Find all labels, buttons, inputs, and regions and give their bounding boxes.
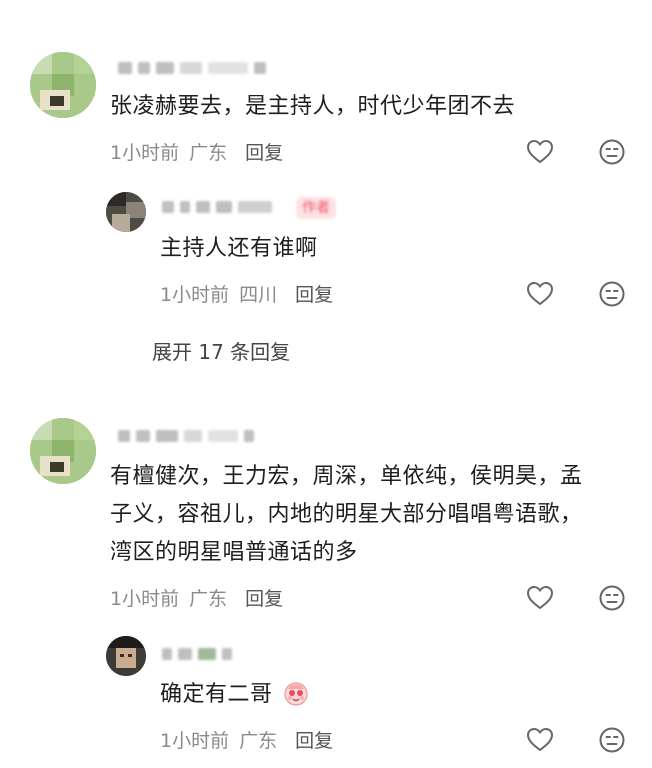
author-tag: 作者	[296, 197, 336, 219]
timestamp: 1小时前	[160, 730, 230, 752]
reply-text: 主持人还有谁啊	[160, 236, 318, 261]
timestamp: 1小时前	[160, 284, 230, 306]
reply-meta: 1小时前 广东 回复	[160, 726, 333, 753]
comment-text: 张凌赫要去，是主持人，时代少年团不去	[110, 94, 516, 119]
username-blurred[interactable]	[162, 199, 272, 215]
reply-button[interactable]: 回复	[245, 584, 283, 611]
avatar[interactable]	[106, 636, 146, 676]
expand-replies-button[interactable]: 展开 17 条回复	[152, 336, 290, 365]
reply-text-content: 确定有二哥	[160, 682, 273, 707]
heart-outline-icon[interactable]	[526, 280, 554, 308]
heart-outline-icon[interactable]	[526, 726, 554, 754]
reply-button[interactable]: 回复	[295, 280, 333, 307]
neutral-face-icon[interactable]	[598, 584, 626, 612]
neutral-face-icon[interactable]	[598, 726, 626, 754]
reply-button[interactable]: 回复	[245, 138, 283, 165]
reply-text: 确定有二哥	[160, 676, 310, 714]
location: 广东	[189, 588, 228, 610]
reply-meta: 1小时前 四川 回复	[160, 280, 333, 307]
location: 广东	[239, 730, 278, 752]
location: 四川	[239, 284, 278, 306]
neutral-face-icon[interactable]	[598, 280, 626, 308]
timestamp: 1小时前	[110, 142, 180, 164]
neutral-face-icon[interactable]	[598, 138, 626, 166]
comment-text-line-1: 有檀健次，王力宏，周深，单依纯，侯明昊，孟	[110, 464, 583, 489]
avatar[interactable]	[106, 192, 146, 232]
comment-meta: 1小时前 广东 回复	[110, 138, 283, 165]
timestamp: 1小时前	[110, 588, 180, 610]
avatar[interactable]	[30, 52, 96, 118]
username-blurred[interactable]	[118, 428, 254, 444]
username-blurred[interactable]	[162, 646, 232, 662]
comment-meta: 1小时前 广东 回复	[110, 584, 283, 611]
heart-outline-icon[interactable]	[526, 138, 554, 166]
comment-text-line-2: 子义，容祖儿，内地的明星大部分唱唱粤语歌，	[110, 502, 583, 527]
blushing-face-emoji	[284, 682, 308, 706]
reply-button[interactable]: 回复	[295, 726, 333, 753]
avatar[interactable]	[30, 418, 96, 484]
location: 广东	[189, 142, 228, 164]
comment-text-line-3: 湾区的明星唱普通话的多	[110, 540, 358, 565]
heart-outline-icon[interactable]	[526, 584, 554, 612]
username-blurred[interactable]	[118, 60, 266, 76]
